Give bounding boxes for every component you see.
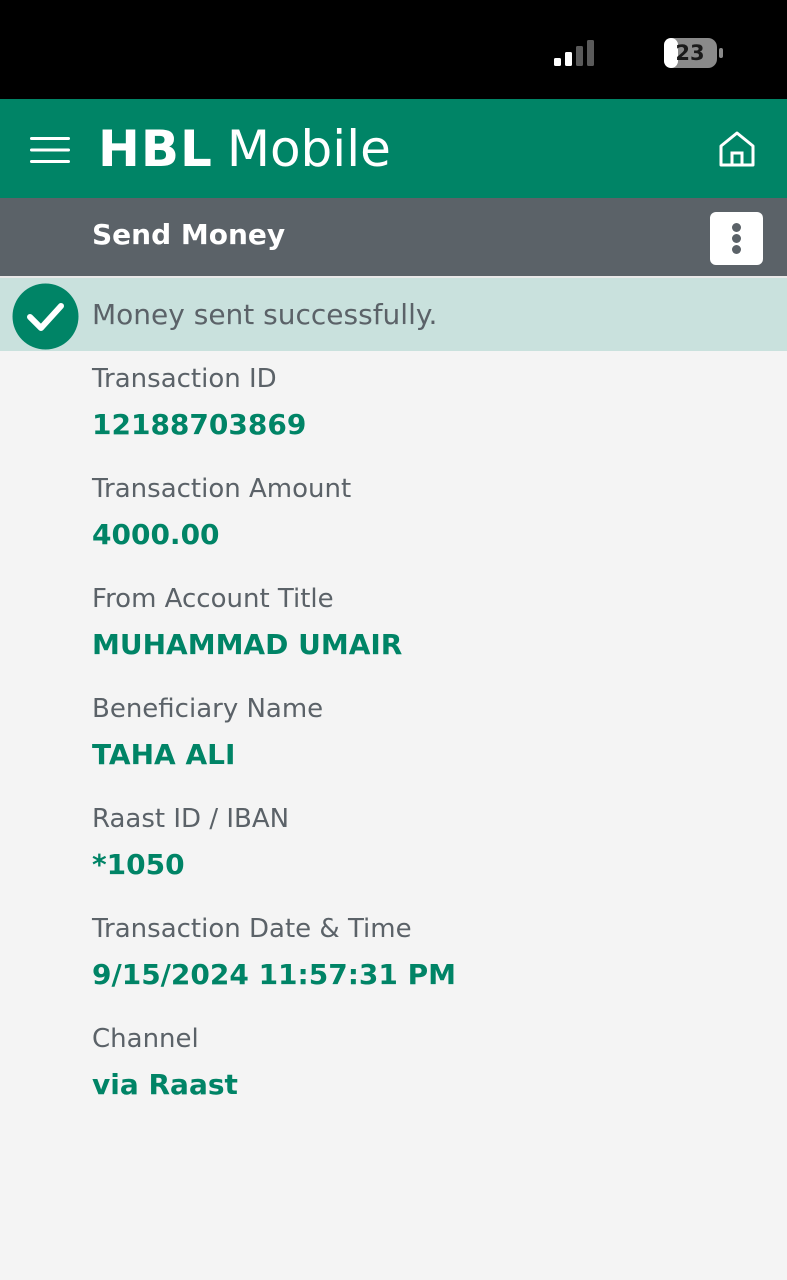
brand-hbl: HBL [98, 120, 213, 178]
network-type: LTE [609, 38, 657, 68]
vertical-ellipsis-icon [732, 234, 741, 243]
battery-level: 23 [675, 41, 705, 65]
beneficiary-name-value: TAHA ALI [92, 738, 236, 771]
page-title: Send Money [92, 218, 286, 251]
vertical-ellipsis-icon [732, 245, 741, 254]
transaction-id-value: 12188703869 [92, 408, 307, 441]
cellular-signal-icon [554, 40, 594, 66]
raast-id-label: Raast ID / IBAN [92, 804, 290, 834]
hamburger-menu-icon[interactable] [30, 135, 70, 165]
from-account-title-value: MUHAMMAD UMAIR [92, 628, 403, 661]
channel-value: via Raast [92, 1068, 238, 1101]
vertical-ellipsis-icon [732, 223, 741, 232]
more-options-button[interactable] [710, 212, 763, 265]
brand-logo: HBL Mobile [98, 118, 391, 180]
from-account-title-label: From Account Title [92, 584, 334, 614]
transaction-datetime-label: Transaction Date & Time [92, 914, 412, 944]
transaction-id-label: Transaction ID [92, 364, 277, 394]
success-message: Money sent successfully. [92, 298, 438, 331]
home-icon[interactable] [716, 128, 758, 170]
transaction-amount-value: 4000.00 [92, 518, 220, 551]
raast-id-value: *1050 [92, 848, 185, 881]
status-time: 11:57 [108, 32, 216, 71]
transaction-amount-label: Transaction Amount [92, 474, 352, 504]
beneficiary-name-label: Beneficiary Name [92, 694, 324, 724]
transaction-datetime-value: 9/15/2024 11:57:31 PM [92, 958, 456, 991]
channel-label: Channel [92, 1024, 199, 1054]
brand-mobile: Mobile [226, 120, 391, 178]
check-circle-icon [12, 283, 79, 350]
